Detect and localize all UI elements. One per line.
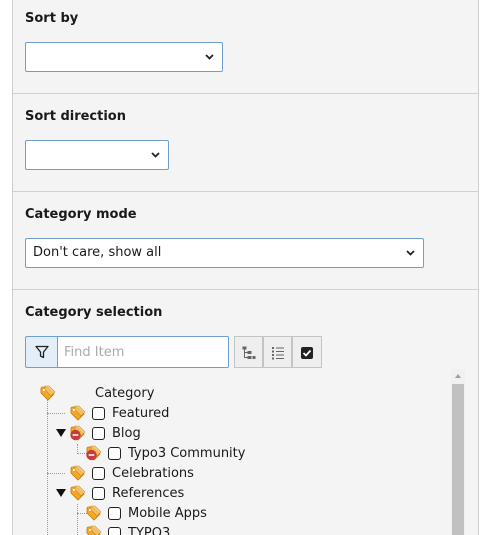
- sort-direction-section: Sort direction: [13, 93, 478, 192]
- tree-item-typo3-community[interactable]: Typo3 Community: [25, 443, 445, 463]
- category-mode-value: Don't care, show all: [33, 245, 162, 260]
- list-icon: [272, 347, 284, 360]
- tree-item-references[interactable]: References: [25, 483, 445, 503]
- sort-direction-select[interactable]: [25, 140, 169, 170]
- caret-down-icon[interactable]: [56, 429, 66, 437]
- tag-icon: [86, 525, 102, 535]
- caret-down-icon[interactable]: [56, 489, 66, 497]
- tree-item-checkbox[interactable]: [92, 427, 105, 440]
- tree-scrollbar[interactable]: [451, 369, 465, 535]
- select-checked-button[interactable]: [292, 336, 322, 368]
- tag-icon: [40, 385, 56, 401]
- tree-search: [25, 336, 229, 368]
- tree-item-label: References: [112, 486, 185, 501]
- category-mode-label: Category mode: [25, 207, 137, 222]
- chevron-down-icon: [205, 54, 214, 60]
- checkbox-icon: [301, 347, 313, 359]
- tag-icon: [70, 465, 86, 481]
- tree-item-blog[interactable]: Blog: [25, 423, 445, 443]
- tree-item-label: Typo3 Community: [128, 446, 246, 461]
- expand-collapse-button[interactable]: [234, 336, 263, 368]
- tree-item-checkbox[interactable]: [92, 467, 105, 480]
- tree-item-checkbox[interactable]: [108, 507, 121, 520]
- category-tree: Category Featured Blog Typo3 Community C…: [25, 372, 449, 535]
- sort-by-label: Sort by: [25, 11, 79, 26]
- sort-by-section: Sort by: [13, 0, 478, 94]
- tag-icon: [70, 485, 86, 501]
- tree-item-label: Mobile Apps: [128, 506, 207, 521]
- tag-hidden-icon: [86, 445, 102, 461]
- tree-item-label: TYPO3: [128, 526, 171, 535]
- form-panel: Sort by Sort direction Category mode Don…: [12, 0, 479, 535]
- tree-item-checkbox[interactable]: [92, 407, 105, 420]
- tree-item-label: Blog: [112, 426, 141, 441]
- filter-button[interactable]: [25, 336, 57, 368]
- category-selection-label: Category selection: [25, 305, 163, 320]
- scrollbar-thumb[interactable]: [452, 384, 464, 535]
- list-view-button[interactable]: [263, 336, 292, 368]
- tree-item-category[interactable]: Category: [25, 383, 445, 403]
- sort-by-select[interactable]: [25, 42, 223, 72]
- chevron-down-icon: [151, 152, 160, 158]
- tree-toolbar: [234, 336, 324, 368]
- find-item-input[interactable]: [57, 336, 229, 368]
- tree-item-label: Featured: [112, 406, 170, 421]
- tree-item-typo3[interactable]: TYPO3: [25, 523, 445, 535]
- category-mode-section: Category mode Don't care, show all: [13, 191, 478, 290]
- tag-icon: [70, 405, 86, 421]
- expand-collapse-tree-icon: [242, 346, 256, 359]
- tag-icon: [86, 505, 102, 521]
- tag-hidden-icon: [70, 425, 86, 441]
- tree-item-label: Celebrations: [112, 466, 194, 481]
- tree-item-checkbox[interactable]: [92, 487, 105, 500]
- tree-item-featured[interactable]: Featured: [25, 403, 445, 423]
- tree-item-label: Category: [95, 386, 155, 401]
- tree-item-checkbox[interactable]: [108, 447, 121, 460]
- filter-icon: [35, 345, 49, 359]
- tree-item-checkbox[interactable]: [108, 527, 121, 535]
- scroll-up-arrow-icon[interactable]: [451, 369, 465, 383]
- tree-item-celebrations[interactable]: Celebrations: [25, 463, 445, 483]
- sort-direction-label: Sort direction: [25, 109, 126, 124]
- chevron-down-icon: [406, 250, 415, 256]
- category-mode-select[interactable]: Don't care, show all: [25, 238, 424, 268]
- tree-item-mobile-apps[interactable]: Mobile Apps: [25, 503, 445, 523]
